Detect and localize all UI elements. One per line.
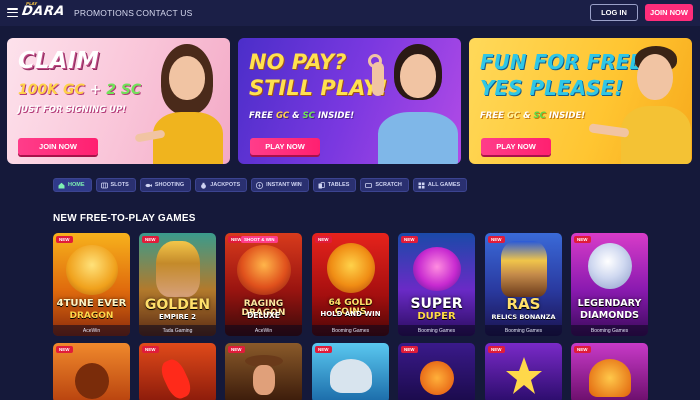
man-image — [588, 40, 691, 164]
top-header: PLAY DARA PROMOTIONS CONTACT US LOG IN JO… — [0, 0, 700, 26]
game-tile[interactable]: NEW — [398, 343, 475, 400]
game-tile[interactable]: NEW LEGENDARY DIAMONDS Booming Games — [571, 233, 648, 336]
tab-tables[interactable]: TABLES — [312, 178, 357, 192]
tab-instant-win[interactable]: INSTANT WIN — [251, 178, 309, 192]
banner-subtext: FREE GC & SC INSIDE! — [249, 111, 355, 121]
tab-slots[interactable]: SLOTS — [95, 178, 136, 192]
game-tile[interactable]: NEW GOLDEN EMPIRE 2 Tada Gaming — [139, 233, 216, 336]
banner-play-button[interactable]: PLAY NOW — [481, 138, 551, 155]
cards-icon — [318, 181, 325, 189]
login-button[interactable]: LOG IN — [590, 4, 638, 21]
game-tile[interactable]: NEW SUPER DUPER Booming Games — [398, 233, 475, 336]
banner-offer: 100K GC + 2 SC — [18, 82, 142, 98]
woman-image — [366, 40, 458, 164]
banner-subtext: JUST FOR SIGNING UP! — [18, 105, 127, 115]
warrior-icon — [155, 241, 200, 297]
diamond-icon — [587, 243, 632, 289]
game-tile[interactable]: NEW 64 GOLD COINS HOLD AND WIN Booming G… — [312, 233, 389, 336]
pharaoh-icon — [500, 241, 547, 297]
join-now-button[interactable]: JOIN NOW — [645, 4, 693, 21]
lightning-icon — [256, 181, 264, 189]
promo-banner-no-pay[interactable]: NO PAY? STILL PLAY! FREE GC & SC INSIDE!… — [238, 38, 461, 164]
game-tile[interactable]: NEW SHOOT & WIN RAGING DRAGON DELUXE Ace… — [225, 233, 302, 336]
grid-icon — [418, 182, 425, 189]
game-tile[interactable]: NEW — [139, 343, 216, 400]
game-tile[interactable]: NEW RAS RELICS BONANZA Booming Games — [485, 233, 562, 336]
tab-all-games[interactable]: ALL GAMES — [412, 178, 468, 192]
category-tabs: HOME SLOTS SHOOTING JACKPOTS INSTANT WIN… — [53, 178, 468, 192]
dragon-icon — [236, 245, 291, 295]
promo-banner-claim[interactable]: CLAIM 100K GC + 2 SC JUST FOR SIGNING UP… — [7, 38, 230, 164]
fish-icon — [145, 182, 152, 189]
game-tile[interactable]: NEW — [312, 343, 389, 400]
game-tile[interactable]: NEW — [485, 343, 562, 400]
banner-subtext: FREE GC & SC INSIDE! — [480, 111, 586, 121]
banner-headline: NO PAY? — [249, 50, 347, 74]
logo[interactable]: PLAY DARA — [21, 1, 66, 19]
game-tile[interactable]: NEW — [571, 343, 648, 400]
tab-shooting[interactable]: SHOOTING — [139, 178, 192, 192]
seven-icon — [326, 243, 375, 293]
home-icon — [58, 182, 65, 189]
game-tile[interactable]: NEW — [53, 343, 130, 400]
money-bag-icon — [200, 182, 207, 189]
game-tile[interactable]: NEW — [225, 343, 302, 400]
banner-play-button[interactable]: PLAY NOW — [250, 138, 320, 155]
nav-contact-us[interactable]: CONTACT US — [136, 8, 192, 18]
game-tile[interactable]: NEW 4TUNE EVER DRAGON AceWin — [53, 233, 130, 336]
star-icon — [412, 247, 461, 291]
tab-jackpots[interactable]: JACKPOTS — [195, 178, 248, 192]
section-title: NEW FREE-TO-PLAY GAMES — [53, 213, 196, 224]
nav-promotions[interactable]: PROMOTIONS — [74, 8, 134, 18]
menu-icon[interactable] — [7, 8, 18, 17]
tab-home[interactable]: HOME — [53, 178, 92, 192]
banner-join-button[interactable]: JOIN NOW — [18, 138, 98, 155]
banner-headline: CLAIM — [18, 48, 99, 74]
dragon-icon — [65, 245, 118, 295]
promo-banner-fun-for-free[interactable]: FUN FOR FREE? YES PLEASE! FREE GC & SC I… — [469, 38, 692, 164]
ticket-icon — [365, 182, 373, 189]
slots-icon — [100, 182, 108, 189]
woman-image — [134, 40, 227, 164]
tab-scratch[interactable]: SCRATCH — [360, 178, 409, 192]
